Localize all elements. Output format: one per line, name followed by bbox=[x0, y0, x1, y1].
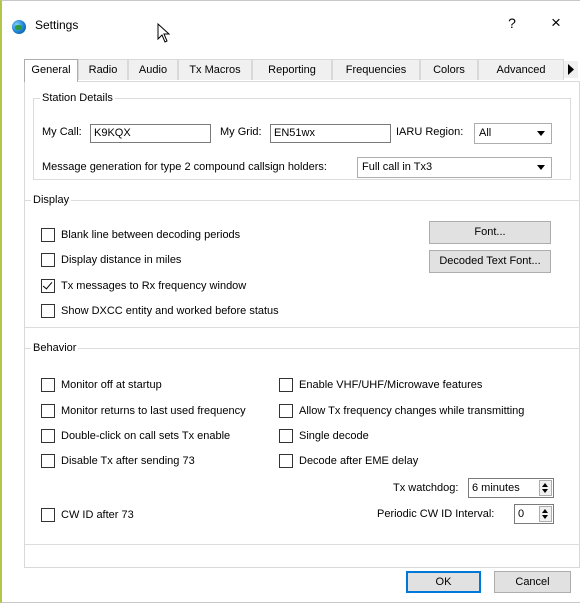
iaru-region-value: All bbox=[479, 127, 492, 139]
decoded-text-font-button[interactable]: Decoded Text Font... bbox=[429, 250, 551, 273]
checkbox-label: Single decode bbox=[299, 430, 369, 442]
title-bar[interactable]: Settings ? × bbox=[2, 1, 580, 47]
message-generation-label: Message generation for type 2 compound c… bbox=[42, 161, 327, 173]
help-icon[interactable]: ? bbox=[504, 15, 520, 31]
iaru-region-select[interactable]: All bbox=[474, 123, 552, 144]
font-button[interactable]: Font... bbox=[429, 221, 551, 244]
mouse-cursor-icon bbox=[157, 23, 171, 43]
checkbox-box[interactable] bbox=[41, 429, 55, 443]
checkbox-box[interactable] bbox=[41, 228, 55, 242]
close-icon[interactable]: × bbox=[547, 13, 565, 33]
checkbox-box[interactable] bbox=[41, 253, 55, 267]
tx-watchdog-label: Tx watchdog: bbox=[393, 482, 459, 494]
checkbox-label: Blank line between decoding periods bbox=[61, 229, 241, 241]
checkbox-label: Display distance in miles bbox=[61, 254, 182, 266]
my-grid-label: My Grid: bbox=[220, 126, 262, 138]
app-globe-icon bbox=[12, 20, 26, 34]
behavior-group: Behavior Monitor off at startup Monitor … bbox=[25, 342, 580, 545]
checkbox-box[interactable] bbox=[279, 454, 293, 468]
checkbox-box[interactable] bbox=[41, 378, 55, 392]
checkbox-box[interactable] bbox=[41, 508, 55, 522]
chevron-down-icon bbox=[537, 165, 545, 170]
tab-colors[interactable]: Colors bbox=[420, 59, 478, 80]
tx-watchdog-value: 6 minutes bbox=[472, 482, 520, 494]
checkbox-box[interactable] bbox=[279, 404, 293, 418]
general-tab-panel: Station Details My Call: K9KQX My Grid: … bbox=[24, 81, 580, 568]
ok-button[interactable]: OK bbox=[406, 571, 481, 593]
checkbox-label: Decode after EME delay bbox=[299, 455, 419, 467]
tab-advanced[interactable]: Advanced bbox=[478, 59, 564, 80]
group-title: Station Details bbox=[42, 92, 113, 104]
my-call-input[interactable]: K9KQX bbox=[90, 124, 211, 143]
periodic-cw-id-value: 0 bbox=[518, 508, 525, 520]
checkbox-label: Monitor returns to last used frequency bbox=[61, 405, 246, 417]
checkbox-box[interactable] bbox=[279, 429, 293, 443]
checkbox-label: Monitor off at startup bbox=[61, 379, 162, 391]
tab-frequencies[interactable]: Frequencies bbox=[332, 59, 420, 80]
checkbox-box-checked[interactable] bbox=[41, 279, 55, 293]
checkbox-box[interactable] bbox=[41, 404, 55, 418]
periodic-cw-id-spinbox[interactable]: 0 bbox=[514, 504, 554, 524]
tab-audio[interactable]: Audio bbox=[128, 59, 178, 80]
checkbox-label: Enable VHF/UHF/Microwave features bbox=[299, 379, 483, 391]
tab-tx-macros[interactable]: Tx Macros bbox=[178, 59, 252, 80]
my-call-label: My Call: bbox=[42, 126, 82, 138]
group-title: Behavior bbox=[33, 342, 77, 354]
periodic-cw-id-label: Periodic CW ID Interval: bbox=[377, 508, 495, 520]
checkbox-box[interactable] bbox=[41, 304, 55, 318]
station-details-group: Station Details My Call: K9KQX My Grid: … bbox=[33, 92, 571, 180]
checkbox-label: Double-click on call sets Tx enable bbox=[61, 430, 231, 442]
tab-general[interactable]: General bbox=[24, 59, 78, 82]
checkbox-label: CW ID after 73 bbox=[61, 509, 134, 521]
tab-radio[interactable]: Radio bbox=[78, 59, 128, 80]
settings-window: Settings ? × General Radio Audio Tx Macr… bbox=[0, 0, 580, 603]
tab-scroll-right-icon[interactable] bbox=[564, 61, 578, 78]
tab-reporting[interactable]: Reporting bbox=[252, 59, 332, 80]
checkbox-label: Show DXCC entity and worked before statu… bbox=[61, 305, 279, 317]
window-title: Settings bbox=[35, 18, 79, 32]
checkbox-label: Allow Tx frequency changes while transmi… bbox=[299, 405, 525, 417]
tab-bar: General Radio Audio Tx Macros Reporting … bbox=[24, 59, 580, 82]
cancel-button[interactable]: Cancel bbox=[494, 571, 571, 593]
message-generation-select[interactable]: Full call in Tx3 bbox=[357, 157, 552, 178]
checkbox-label: Tx messages to Rx frequency window bbox=[61, 280, 247, 292]
checkbox-box[interactable] bbox=[279, 378, 293, 392]
group-title: Display bbox=[33, 194, 70, 206]
tx-watchdog-spinbox[interactable]: 6 minutes bbox=[468, 478, 554, 498]
spin-arrows-icon[interactable] bbox=[539, 506, 552, 522]
chevron-down-icon bbox=[537, 131, 545, 136]
message-generation-value: Full call in Tx3 bbox=[362, 161, 433, 173]
my-grid-input[interactable]: EN51wx bbox=[270, 124, 391, 143]
iaru-region-label: IARU Region: bbox=[396, 126, 464, 138]
checkbox-label: Disable Tx after sending 73 bbox=[61, 455, 195, 467]
spin-arrows-icon[interactable] bbox=[539, 480, 552, 496]
checkbox-box[interactable] bbox=[41, 454, 55, 468]
display-group: Display Blank line between decoding peri… bbox=[25, 194, 580, 328]
